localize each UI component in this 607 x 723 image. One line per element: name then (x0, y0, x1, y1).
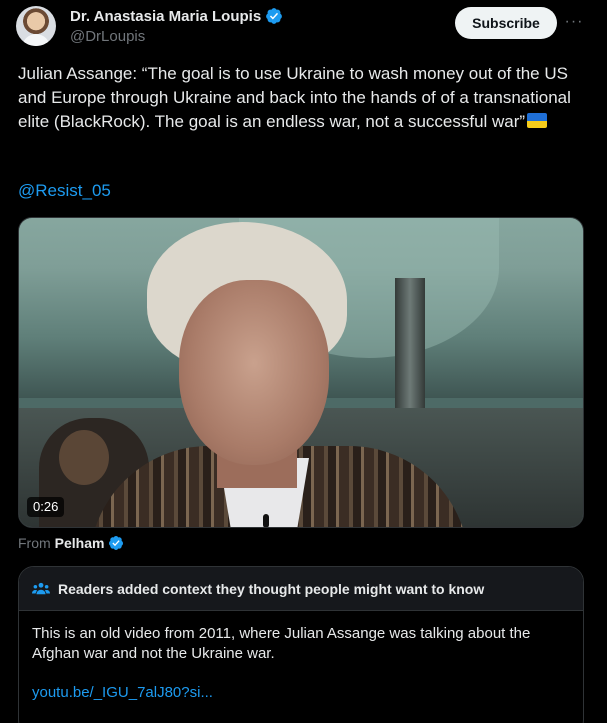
video-player[interactable]: 0:26 (18, 217, 584, 528)
community-note[interactable]: Readers added context they thought peopl… (18, 566, 584, 723)
tweet[interactable]: Dr. Anastasia Maria Loupis @DrLoupis Sub… (0, 0, 607, 723)
tweet-text-body: Julian Assange: “The goal is to use Ukra… (18, 64, 571, 131)
author-name-row: Dr. Anastasia Maria Loupis (70, 7, 283, 25)
mention-link[interactable]: @Resist_05 (18, 181, 111, 201)
subscribe-button[interactable]: Subscribe (455, 7, 557, 39)
community-note-source-link[interactable]: youtu.be/_IGU_7alJ80?si... (32, 684, 213, 701)
tweet-text: Julian Assange: “The goal is to use Ukra… (18, 62, 588, 134)
people-icon (32, 582, 50, 594)
video-frame-mic (263, 514, 269, 527)
media-source-name[interactable]: Pelham (55, 535, 105, 551)
community-note-header: Readers added context they thought peopl… (19, 567, 583, 611)
media-from-prefix: From (18, 535, 51, 551)
media-attribution: From Pelham (18, 535, 124, 551)
more-options-icon[interactable]: ··· (562, 8, 586, 36)
author-display-name[interactable]: Dr. Anastasia Maria Loupis (70, 8, 261, 25)
author-handle[interactable]: @DrLoupis (70, 28, 145, 45)
author-avatar[interactable] (16, 6, 56, 46)
video-frame-background-head (59, 430, 109, 485)
community-note-body: This is an old video from 2011, where Ju… (32, 625, 531, 662)
ukraine-flag-icon (527, 113, 548, 128)
video-frame-face (179, 280, 329, 465)
video-duration-badge: 0:26 (27, 497, 65, 517)
verified-badge-icon (266, 8, 283, 24)
community-note-title: Readers added context they thought peopl… (58, 580, 485, 597)
verified-badge-icon (109, 536, 124, 550)
